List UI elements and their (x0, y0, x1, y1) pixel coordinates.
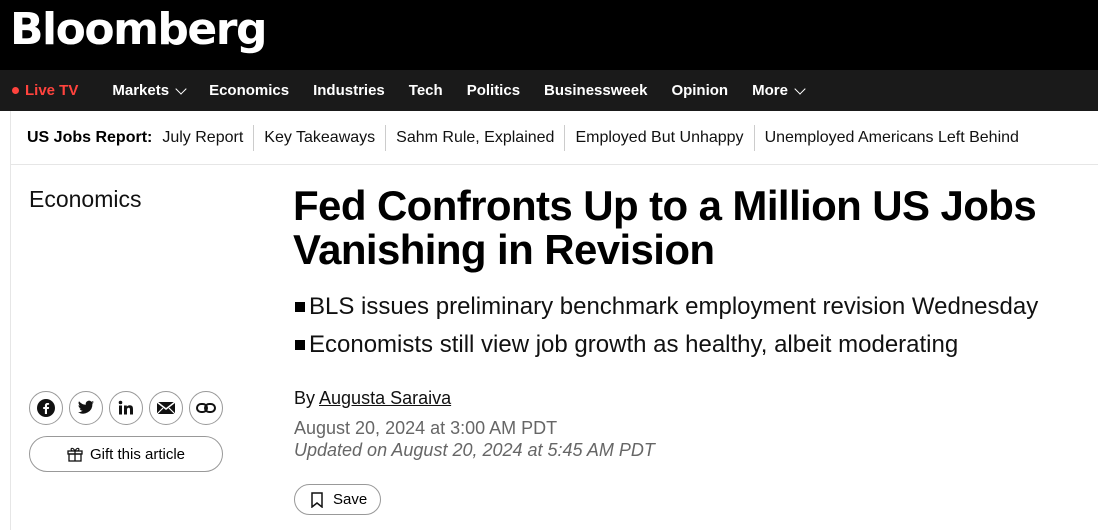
bookmark-icon (311, 491, 323, 508)
linkedin-share-button[interactable] (109, 391, 143, 425)
copy-link-button[interactable] (189, 391, 223, 425)
chevron-down-icon (794, 82, 806, 95)
summary-bullet-text: Economists still view job growth as heal… (309, 331, 959, 358)
updated-date: Updated on August 20, 2024 at 5:45 AM PD… (294, 440, 655, 460)
nav-markets-label: Markets (112, 82, 170, 99)
published-date: August 20, 2024 at 3:00 AM PDT (294, 418, 558, 438)
nav-politics[interactable]: Politics (467, 82, 520, 99)
x-twitter-icon (78, 400, 94, 414)
nav-economics[interactable]: Economics (209, 82, 289, 99)
article-headline: Fed Confronts Up to a Million US Jobs Va… (293, 182, 1037, 273)
nav-tech[interactable]: Tech (409, 82, 443, 99)
subnav-label: US Jobs Report: (27, 128, 153, 146)
live-tv-link[interactable]: Live TV (12, 82, 78, 99)
top-bar: Bloomberg (0, 0, 1098, 70)
bloomberg-logo[interactable]: Bloomberg (10, 4, 267, 55)
nav-industries[interactable]: Industries (313, 82, 385, 99)
summary-bullet-text: BLS issues preliminary benchmark employm… (309, 293, 1039, 320)
gift-label: Gift this article (90, 445, 186, 463)
link-icon (196, 403, 216, 413)
save-label: Save (333, 491, 368, 508)
linkedin-icon (118, 400, 133, 415)
subnav-link-key-takeaways[interactable]: Key Takeaways (253, 124, 385, 151)
nav-opinion[interactable]: Opinion (671, 82, 728, 99)
gift-article-button[interactable]: Gift this article (29, 436, 223, 472)
jobs-report-subnav: US Jobs Report: July Report Key Takeaway… (10, 111, 1098, 165)
left-divider (10, 165, 11, 530)
nav-markets[interactable]: Markets (112, 82, 187, 99)
subnav-link-unemployed-americans[interactable]: Unemployed Americans Left Behind (753, 124, 1029, 151)
share-bar (29, 391, 229, 425)
byline: By Augusta Saraiva (294, 388, 451, 409)
email-share-button[interactable] (149, 391, 183, 425)
nav-more[interactable]: More (752, 82, 806, 99)
bullet-square-icon (295, 302, 305, 312)
summary-bullet: BLS issues preliminary benchmark employm… (295, 288, 1085, 326)
chevron-down-icon (175, 82, 187, 95)
subnav-link-sahm-rule[interactable]: Sahm Rule, Explained (385, 124, 564, 151)
nav-businessweek[interactable]: Businessweek (544, 82, 647, 99)
facebook-icon (37, 399, 55, 417)
gift-icon (67, 447, 83, 462)
live-tv-label: Live TV (25, 82, 79, 99)
live-dot-icon (12, 87, 19, 94)
subnav-link-july-report[interactable]: July Report (162, 125, 253, 151)
author-link[interactable]: Augusta Saraiva (319, 388, 451, 408)
x-share-button[interactable] (69, 391, 103, 425)
section-label[interactable]: Economics (29, 186, 141, 213)
nav-more-label: More (752, 82, 788, 99)
facebook-share-button[interactable] (29, 391, 63, 425)
bullet-square-icon (295, 340, 305, 350)
byline-prefix: By (294, 388, 316, 408)
save-button[interactable]: Save (294, 484, 381, 515)
article-summary: BLS issues preliminary benchmark employm… (295, 288, 1085, 364)
subnav-link-employed-unhappy[interactable]: Employed But Unhappy (564, 124, 753, 151)
main-nav: Live TV Markets Economics Industries Tec… (0, 70, 1098, 111)
summary-bullet: Economists still view job growth as heal… (295, 326, 1085, 364)
email-icon (156, 401, 176, 415)
